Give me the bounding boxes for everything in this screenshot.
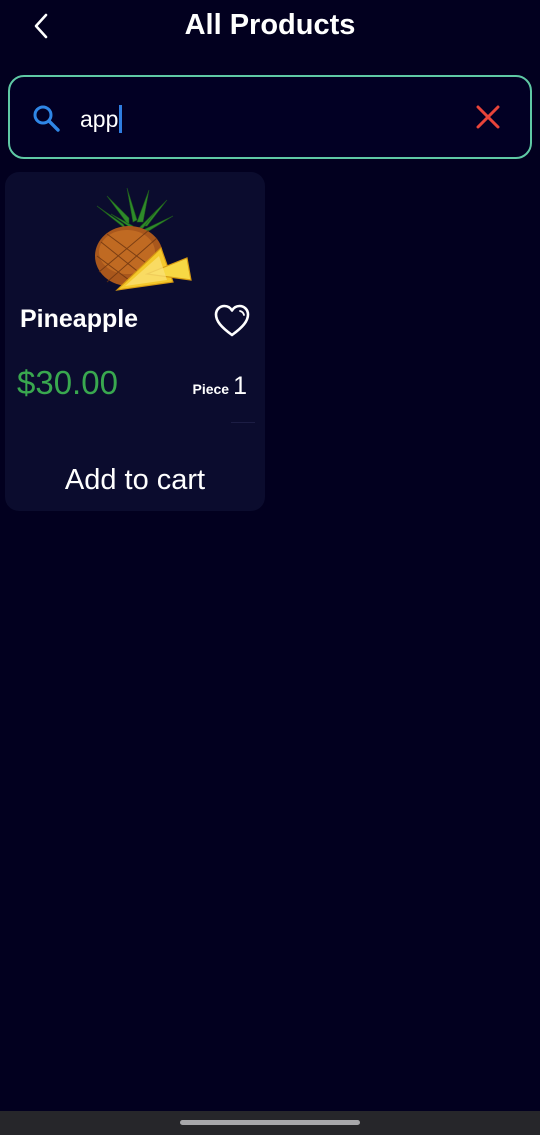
heart-outline-icon [214, 304, 250, 337]
search-input-value: app [80, 106, 119, 132]
page-title: All Products [184, 9, 356, 41]
quantity-underline [231, 422, 255, 423]
search-bar[interactable]: app [8, 75, 532, 159]
favorite-button[interactable] [213, 302, 251, 340]
product-card[interactable]: Pineapple $30.00 Piece 1 Add to cart [5, 172, 265, 511]
clear-search-button[interactable] [466, 97, 506, 137]
quantity-selector[interactable]: Piece 1 [193, 372, 248, 401]
quantity-value[interactable]: 1 [233, 372, 247, 401]
products-screen: All Products app Pineapple $30.00 Piece … [0, 0, 540, 1135]
close-icon [476, 105, 500, 129]
unit-label: Piece [192, 381, 230, 397]
pineapple-image [95, 187, 192, 291]
home-indicator[interactable] [180, 1120, 360, 1125]
top-app-bar: All Products [0, 0, 540, 56]
product-name: Pineapple [20, 305, 139, 333]
search-icon [33, 105, 60, 132]
add-to-cart-button[interactable]: Add to cart [5, 464, 265, 497]
product-price: $30.00 [17, 364, 118, 401]
search-input[interactable]: app [80, 99, 123, 139]
text-caret [119, 104, 123, 133]
